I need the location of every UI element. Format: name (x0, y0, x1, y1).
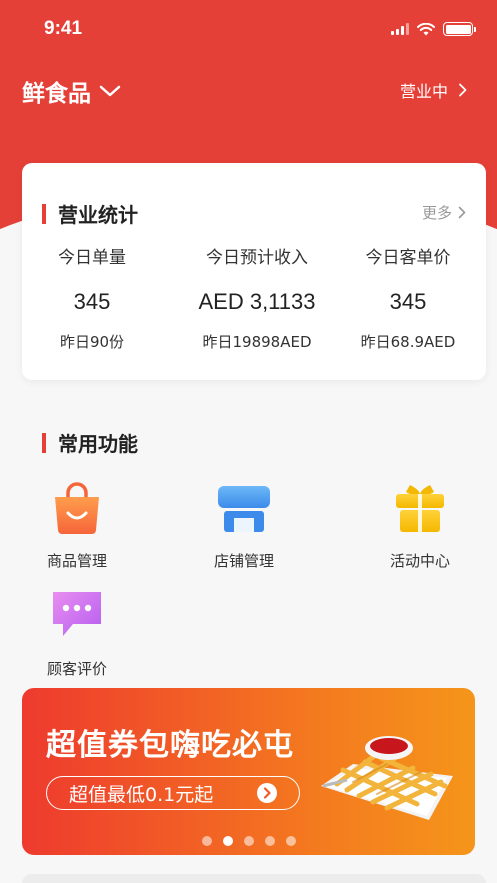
business-status-link[interactable]: 营业中 (400, 78, 467, 102)
chevron-down-icon (99, 85, 121, 97)
stats-title: 营业统计 (58, 203, 138, 227)
activity-center-button[interactable]: 活动中心 (365, 480, 475, 571)
carousel-dot[interactable] (202, 836, 212, 846)
carousel-dot[interactable] (265, 836, 275, 846)
functions-section-title: 常用功能 (42, 428, 138, 457)
banner-headline: 超值券包嗨吃必屯 (46, 728, 294, 763)
store-management-button[interactable]: 店铺管理 (189, 480, 299, 571)
stat-label: 今日预计收入 (206, 248, 308, 268)
product-management-button[interactable]: 商品管理 (22, 480, 132, 571)
title-accent-bar (42, 203, 46, 224)
stat-yesterday: 昨日19898AED (202, 333, 312, 351)
stat-yesterday: 昨日68.9AED (360, 333, 456, 351)
more-label: 更多 (421, 204, 452, 222)
carousel-dot[interactable] (244, 836, 254, 846)
arrow-right-icon (257, 783, 277, 803)
customer-reviews-button[interactable]: 顾客评价 (22, 588, 132, 679)
function-label: 店铺管理 (213, 552, 274, 570)
more-button[interactable]: 更多 (422, 202, 466, 223)
business-status-label: 营业中 (399, 82, 448, 101)
battery-icon (443, 22, 476, 36)
function-label: 商品管理 (46, 552, 107, 570)
chevron-right-icon (458, 206, 466, 219)
gift-icon (396, 485, 444, 532)
title-accent-bar (42, 432, 46, 453)
stat-avg-price[interactable]: 今日客单价 345 昨日68.9AED (328, 243, 488, 352)
carousel-dot[interactable] (223, 836, 233, 846)
chevron-right-icon (459, 83, 467, 97)
shopping-bag-icon (55, 482, 99, 534)
stat-label: 今日客单价 (365, 248, 451, 268)
carousel-indicator (202, 836, 296, 846)
banner-cta-label: 超值最低0.1元起 (69, 783, 214, 806)
stat-revenue[interactable]: 今日预计收入 AED 3,1133 昨日19898AED (177, 243, 337, 352)
stats-section-title: 营业统计 (42, 199, 138, 228)
status-bar: 9:41 (0, 0, 497, 58)
next-card-peek (22, 874, 486, 883)
chat-bubble-icon (53, 592, 101, 636)
business-stats-card: 营业统计 更多 今日单量 345 昨日90份 今日预计收入 AED 3,1133… (22, 163, 486, 380)
status-icons (391, 22, 476, 36)
cellular-signal-icon (391, 23, 409, 35)
stat-yesterday: 昨日90份 (59, 333, 125, 351)
banner-cta-button[interactable]: 超值最低0.1元起 (46, 776, 300, 810)
fries-illustration (321, 736, 453, 820)
stat-value: AED 3,1133 (198, 289, 316, 314)
carousel-dot[interactable] (286, 836, 296, 846)
store-selector[interactable]: 鲜食品 (22, 74, 121, 108)
promo-banner[interactable]: 超值券包嗨吃必屯 超值最低0.1元起 (22, 688, 475, 855)
stat-value: 345 (389, 289, 427, 314)
functions-title: 常用功能 (58, 432, 138, 456)
stat-orders[interactable]: 今日单量 345 昨日90份 (12, 243, 172, 352)
function-label: 活动中心 (389, 552, 450, 570)
store-name: 鲜食品 (22, 81, 91, 107)
stat-value: 345 (73, 289, 111, 314)
status-time: 9:41 (44, 18, 83, 39)
function-label: 顾客评价 (46, 660, 107, 678)
wifi-icon (417, 22, 435, 35)
stat-label: 今日单量 (58, 248, 126, 268)
storefront-icon (218, 486, 270, 532)
